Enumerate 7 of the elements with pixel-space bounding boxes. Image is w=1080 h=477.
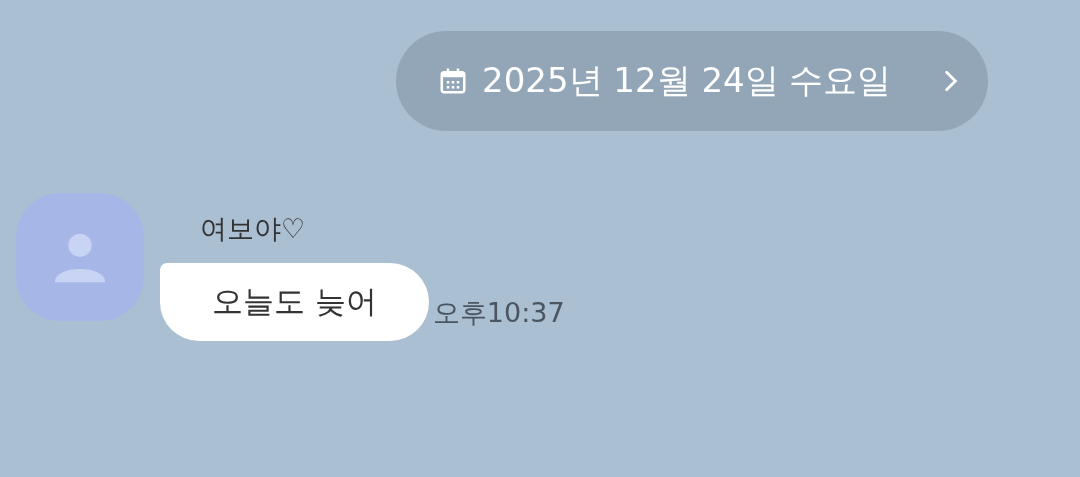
date-divider[interactable]: 2025년 12월 24일 수요일 <box>396 31 988 131</box>
avatar[interactable] <box>16 193 144 321</box>
calendar-icon <box>438 66 468 96</box>
message-time: 오후10:37 <box>432 296 565 330</box>
chevron-right-icon <box>944 70 958 92</box>
message-bubble: 오늘도 늦어 <box>160 263 429 341</box>
sender-name: 여보야♡ <box>200 212 307 246</box>
